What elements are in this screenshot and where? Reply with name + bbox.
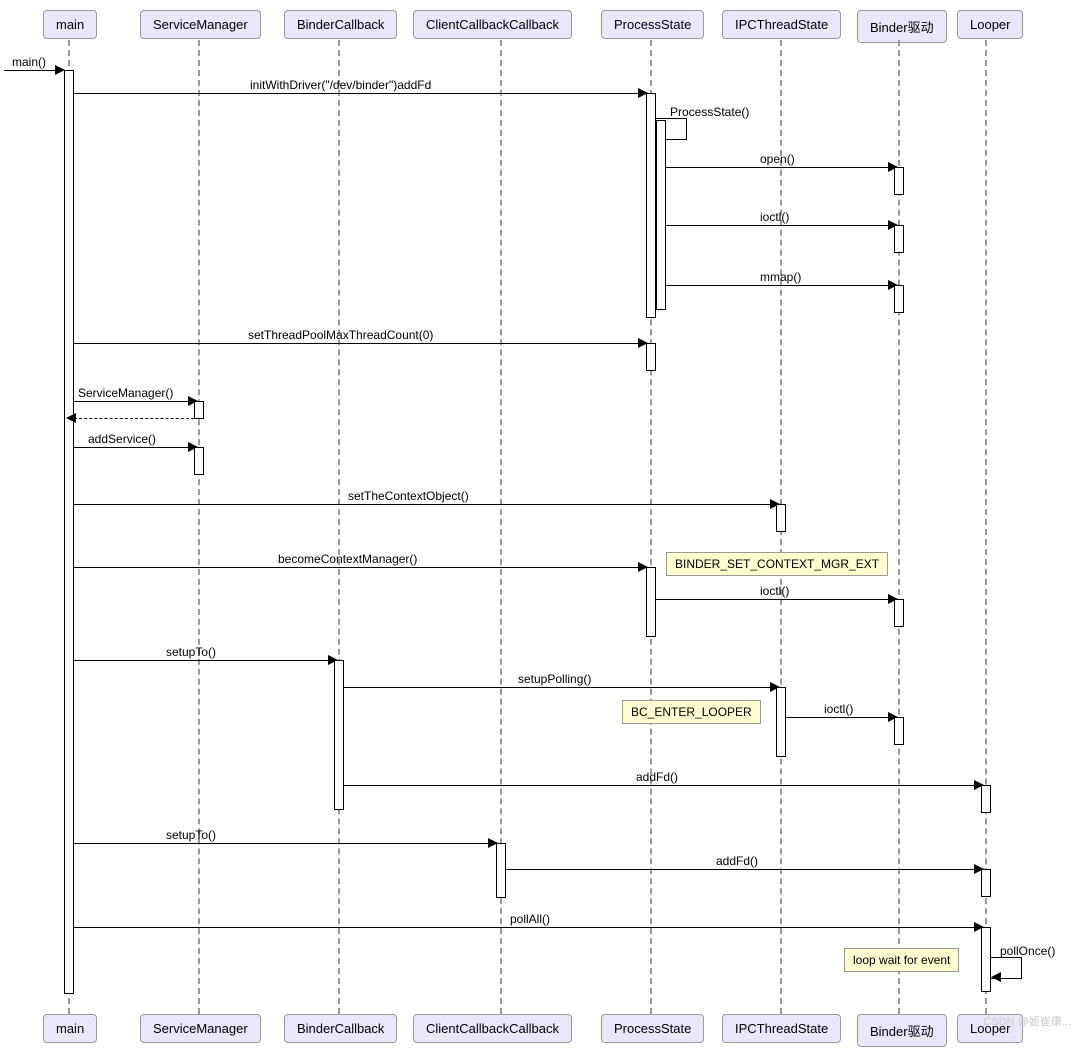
- participant-main-top: main: [43, 10, 97, 39]
- activation-looper-2: [981, 869, 991, 897]
- activation-binder-driver-2: [894, 225, 904, 253]
- arrow-setup-polling: [344, 687, 774, 688]
- lifeline-binder-callback: [338, 40, 340, 1014]
- activation-process-state-1: [646, 93, 656, 318]
- msg-setup-to-2: setupTo(): [166, 828, 216, 842]
- participant-ipc-thread-state-top: IPCThreadState: [722, 10, 841, 39]
- participant-client-callback-bottom: ClientCallbackCallback: [413, 1014, 572, 1043]
- msg-ioctl-1: ioctl(): [760, 210, 789, 224]
- arrow-add-fd-2: [506, 869, 978, 870]
- msg-become-context-manager: becomeContextManager(): [278, 552, 417, 566]
- arrow-service-manager-return: [74, 418, 194, 419]
- msg-main: main(): [12, 55, 46, 69]
- note-loop-wait: loop wait for event: [844, 948, 959, 972]
- arrow-add-service: [74, 447, 192, 448]
- participant-service-manager-bottom: ServiceManager: [140, 1014, 261, 1043]
- msg-add-service: addService(): [88, 432, 156, 446]
- participant-binder-callback-bottom: BinderCallback: [284, 1014, 397, 1043]
- arrow-init-with-driver: [74, 93, 642, 94]
- msg-mmap: mmap(): [760, 270, 801, 284]
- participant-process-state-bottom: ProcessState: [601, 1014, 704, 1043]
- arrow-head-service-manager-return: [66, 413, 76, 423]
- msg-set-context-object: setTheContextObject(): [348, 489, 469, 503]
- activation-service-manager-1: [194, 401, 204, 419]
- participant-looper-top: Looper: [957, 10, 1023, 39]
- msg-add-fd-2: addFd(): [716, 854, 758, 868]
- activation-ipc-2: [776, 687, 786, 757]
- participant-looper-bottom: Looper: [957, 1014, 1023, 1043]
- msg-ioctl-2: ioctl(): [760, 584, 789, 598]
- msg-add-fd-1: addFd(): [636, 770, 678, 784]
- msg-init-with-driver: initWithDriver("/dev/binder")addFd: [250, 78, 431, 92]
- activation-main: [64, 70, 74, 994]
- msg-setup-polling: setupPolling(): [518, 672, 591, 686]
- activation-binder-callback-1: [334, 660, 344, 810]
- arrow-mmap: [666, 285, 892, 286]
- participant-process-state-top: ProcessState: [601, 10, 704, 39]
- arrow-head-poll-once: [991, 972, 1001, 982]
- msg-poll-all: pollAll(): [510, 912, 550, 926]
- participant-client-callback-top: ClientCallbackCallback: [413, 10, 572, 39]
- activation-looper-1: [981, 785, 991, 813]
- participant-binder-driver-bottom: Binder驱动: [857, 1014, 947, 1047]
- arrow-setup-to-2: [74, 843, 492, 844]
- activation-service-manager-2: [194, 447, 204, 475]
- arrow-service-manager: [74, 401, 192, 402]
- arrow-ioctl-2: [656, 599, 892, 600]
- participant-ipc-thread-state-bottom: IPCThreadState: [722, 1014, 841, 1043]
- activation-binder-driver-1: [894, 167, 904, 195]
- arrow-ioctl-3: [786, 717, 892, 718]
- activation-ipc-1: [776, 504, 786, 532]
- lifeline-looper: [985, 40, 987, 1014]
- participant-main-bottom: main: [43, 1014, 97, 1043]
- activation-client-callback-1: [496, 843, 506, 898]
- arrow-become-context-manager: [74, 567, 642, 568]
- msg-set-thread-pool: setThreadPoolMaxThreadCount(0): [248, 328, 433, 342]
- participant-binder-driver-top: Binder驱动: [857, 10, 947, 43]
- activation-binder-driver-3: [894, 285, 904, 313]
- activation-looper-3: [981, 927, 991, 992]
- arrow-setup-to-1: [74, 660, 332, 661]
- activation-process-state-4: [646, 567, 656, 637]
- msg-open: open(): [760, 152, 795, 166]
- arrow-ioctl-1: [666, 225, 892, 226]
- arrow-poll-all: [74, 927, 978, 928]
- msg-service-manager: ServiceManager(): [78, 386, 173, 400]
- activation-binder-driver-4: [894, 599, 904, 627]
- lifeline-service-manager: [198, 40, 200, 1014]
- activation-process-state-2: [656, 120, 666, 310]
- sequence-diagram: main ServiceManager BinderCallback Clien…: [0, 0, 1077, 1055]
- arrow-add-fd-1: [344, 785, 978, 786]
- msg-ioctl-3: ioctl(): [824, 702, 853, 716]
- arrow-open: [666, 167, 892, 168]
- note-binder-set-context-mgr: BINDER_SET_CONTEXT_MGR_EXT: [666, 552, 888, 576]
- msg-poll-once: pollOnce(): [1000, 944, 1055, 958]
- activation-process-state-3: [646, 343, 656, 371]
- msg-setup-to-1: setupTo(): [166, 645, 216, 659]
- activation-binder-driver-5: [894, 717, 904, 745]
- msg-process-state-ctor: ProcessState(): [670, 105, 749, 119]
- arrow-set-context-object: [74, 504, 774, 505]
- arrow-main: [4, 70, 60, 71]
- arrow-set-thread-pool: [74, 343, 642, 344]
- participant-service-manager-top: ServiceManager: [140, 10, 261, 39]
- note-bc-enter-looper: BC_ENTER_LOOPER: [622, 700, 761, 724]
- participant-binder-callback-top: BinderCallback: [284, 10, 397, 39]
